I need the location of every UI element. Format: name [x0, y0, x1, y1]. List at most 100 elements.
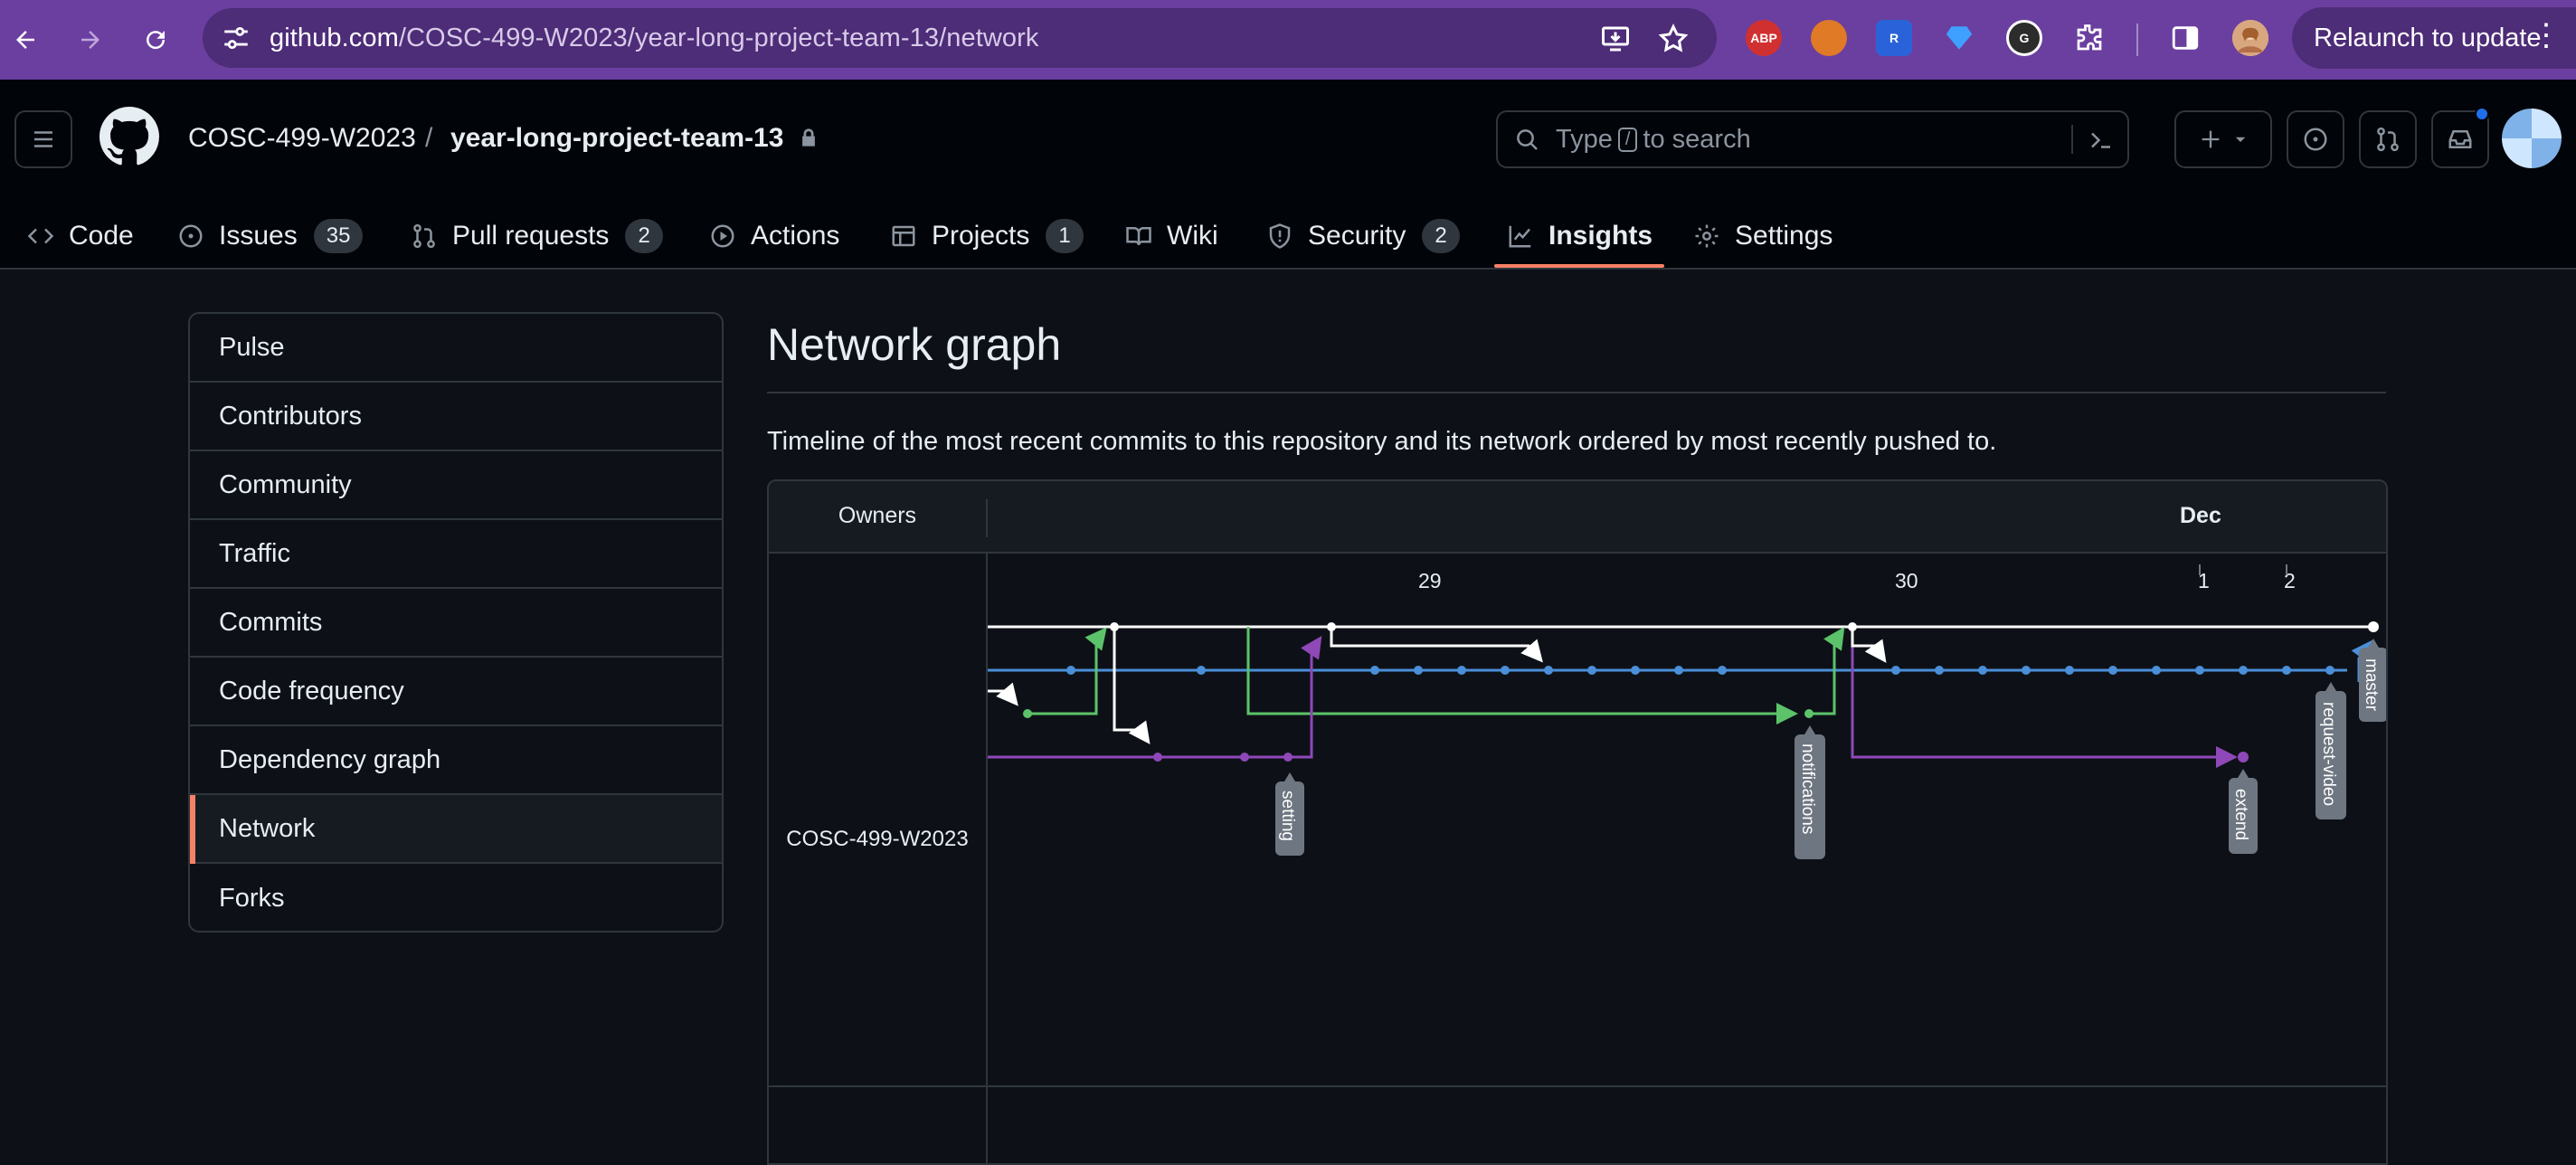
repo-tabs: Code Issues 35 Pull requests 2 Actions P…: [0, 203, 2576, 270]
tab-label: Security: [1308, 221, 1406, 251]
branch-in-arrow: [988, 682, 1018, 706]
day-label-2: 2: [2284, 569, 2296, 592]
master-to-purple: [1113, 627, 1151, 744]
caret-down-icon: [2235, 137, 2246, 142]
svg-text:request-video: request-video: [2319, 702, 2338, 806]
git-pull-request-icon: [413, 223, 435, 249]
network-canvas[interactable]: 29 30 1 2 setting notifications extend r…: [769, 481, 2388, 1165]
tab-pull-requests[interactable]: Pull requests 2: [411, 203, 663, 270]
green-merge-2: [1811, 627, 1845, 715]
site-settings-icon[interactable]: [221, 23, 251, 53]
sidebar-item-forks[interactable]: Forks: [190, 864, 722, 931]
url-text[interactable]: github.com/COSC-499-W2023/year-long-proj…: [270, 24, 1039, 53]
tab-label: Code: [69, 221, 134, 251]
tab-insights[interactable]: Insights: [1507, 203, 1653, 270]
relaunch-label: Relaunch to update: [2314, 23, 2542, 52]
inbox-icon: [2448, 130, 2472, 148]
branch-label-master[interactable]: master: [2359, 639, 2388, 722]
purple-merge-1: [988, 636, 1322, 759]
tab-wiki[interactable]: Wiki: [1125, 203, 1218, 270]
page-description: Timeline of the most recent commits to t…: [767, 427, 1997, 456]
tab-actions[interactable]: Actions: [709, 203, 839, 270]
svg-text:setting: setting: [1278, 791, 1297, 841]
r-extension-icon[interactable]: R: [1876, 20, 1912, 56]
browser-toolbar: github.com/COSC-499-W2023/year-long-proj…: [0, 0, 2576, 80]
sidebar-item-pulse[interactable]: Pulse: [190, 314, 722, 383]
page-title: Network graph: [767, 319, 1062, 370]
tab-label: Settings: [1735, 221, 1833, 251]
tab-label: Actions: [751, 221, 840, 251]
branch-label-request-video[interactable]: request-video: [2316, 682, 2346, 819]
sidebar-item-commits[interactable]: Commits: [190, 589, 722, 658]
issue-opened-icon: [2304, 128, 2327, 151]
search-icon: [1517, 129, 1538, 150]
title-divider: [767, 392, 2386, 393]
graph-icon: [1509, 225, 1531, 248]
branch-label-extend[interactable]: extend: [2229, 769, 2258, 854]
branch-label-setting[interactable]: setting: [1275, 772, 1304, 856]
tab-label: Projects: [932, 221, 1030, 251]
tab-projects[interactable]: Projects 1: [890, 203, 1084, 270]
metamask-extension-icon[interactable]: [1811, 20, 1847, 56]
github-header: COSC-499-W2023 / year-long-project-team-…: [0, 80, 2576, 270]
sidebar-item-community[interactable]: Community: [190, 451, 722, 520]
code-icon: [27, 228, 54, 244]
issues-button[interactable]: [2287, 110, 2344, 168]
menu-hamburger-icon[interactable]: [14, 110, 72, 168]
bookmark-star-icon[interactable]: [1657, 23, 1690, 55]
toolbar-divider: [2136, 24, 2138, 56]
tab-issues[interactable]: Issues 35: [177, 203, 364, 270]
tab-code[interactable]: Code: [27, 203, 134, 270]
notification-dot: [2475, 107, 2489, 121]
issue-opened-icon: [179, 224, 203, 248]
address-bar[interactable]: github.com/COSC-499-W2023/year-long-proj…: [203, 8, 1717, 68]
profile-avatar-icon[interactable]: [2232, 20, 2268, 56]
back-icon[interactable]: [2, 16, 49, 63]
user-avatar[interactable]: [2502, 109, 2562, 168]
network-graph[interactable]: Owners Dec COSC-499-W2023 29 30 1 2 sett…: [767, 479, 2388, 1165]
tab-label: Pull requests: [452, 221, 610, 251]
breadcrumb-owner-link[interactable]: COSC-499-W2023: [188, 123, 416, 154]
git-pull-request-icon: [2377, 127, 2399, 152]
breadcrumb-repo-link[interactable]: year-long-project-team-13: [450, 123, 819, 154]
pull-requests-button[interactable]: [2359, 110, 2417, 168]
branch-label-notifications[interactable]: notifications: [1795, 725, 1825, 859]
sidebar-item-dependency-graph[interactable]: Dependency graph: [190, 726, 722, 795]
lock-icon: [801, 128, 815, 147]
shield-icon: [1269, 223, 1291, 249]
reload-icon[interactable]: [132, 16, 179, 63]
gem-extension-icon[interactable]: [1941, 20, 1977, 56]
play-icon: [711, 224, 734, 248]
side-panel-icon[interactable]: [2167, 20, 2203, 56]
menu-kebab-icon[interactable]: ⋮: [2531, 20, 2562, 51]
create-new-button[interactable]: [2174, 110, 2272, 168]
active-tab-indicator: [1494, 264, 1664, 268]
github-logo-icon[interactable]: [99, 107, 159, 166]
tab-security[interactable]: Security 2: [1266, 203, 1460, 270]
adblock-extension-icon[interactable]: ABP: [1746, 20, 1782, 56]
search-input[interactable]: Type / to search: [1496, 110, 2129, 168]
sidebar-item-network[interactable]: Network: [190, 795, 722, 864]
search-placeholder: Type / to search: [1556, 124, 1751, 154]
grammar-extension-icon[interactable]: G: [2006, 20, 2042, 56]
purple-extend-branch: [1851, 627, 2238, 768]
sidebar-item-traffic[interactable]: Traffic: [190, 520, 722, 589]
sidebar-item-contributors[interactable]: Contributors: [190, 383, 722, 451]
extensions-puzzle-icon[interactable]: [2071, 20, 2107, 56]
book-icon: [1126, 227, 1151, 246]
pull-requests-count-badge: 2: [625, 219, 663, 253]
tab-settings[interactable]: Settings: [1693, 203, 1833, 270]
green-merge-1: [1028, 627, 1107, 715]
master-to-blue-1: [1330, 627, 1543, 663]
svg-text:extend: extend: [2231, 789, 2250, 840]
command-palette-icon[interactable]: [2088, 127, 2115, 154]
sidebar-item-code-frequency[interactable]: Code frequency: [190, 658, 722, 726]
security-count-badge: 2: [1422, 219, 1460, 253]
install-app-icon[interactable]: [1599, 23, 1632, 55]
viewport: github.com/COSC-499-W2023/year-long-proj…: [0, 0, 2576, 1165]
search-divider: [2071, 125, 2073, 154]
projects-count-badge: 1: [1046, 219, 1084, 253]
tab-label: Issues: [219, 221, 298, 251]
forward-icon[interactable]: [67, 16, 114, 63]
relaunch-button[interactable]: Relaunch to update ⋮: [2292, 7, 2576, 69]
